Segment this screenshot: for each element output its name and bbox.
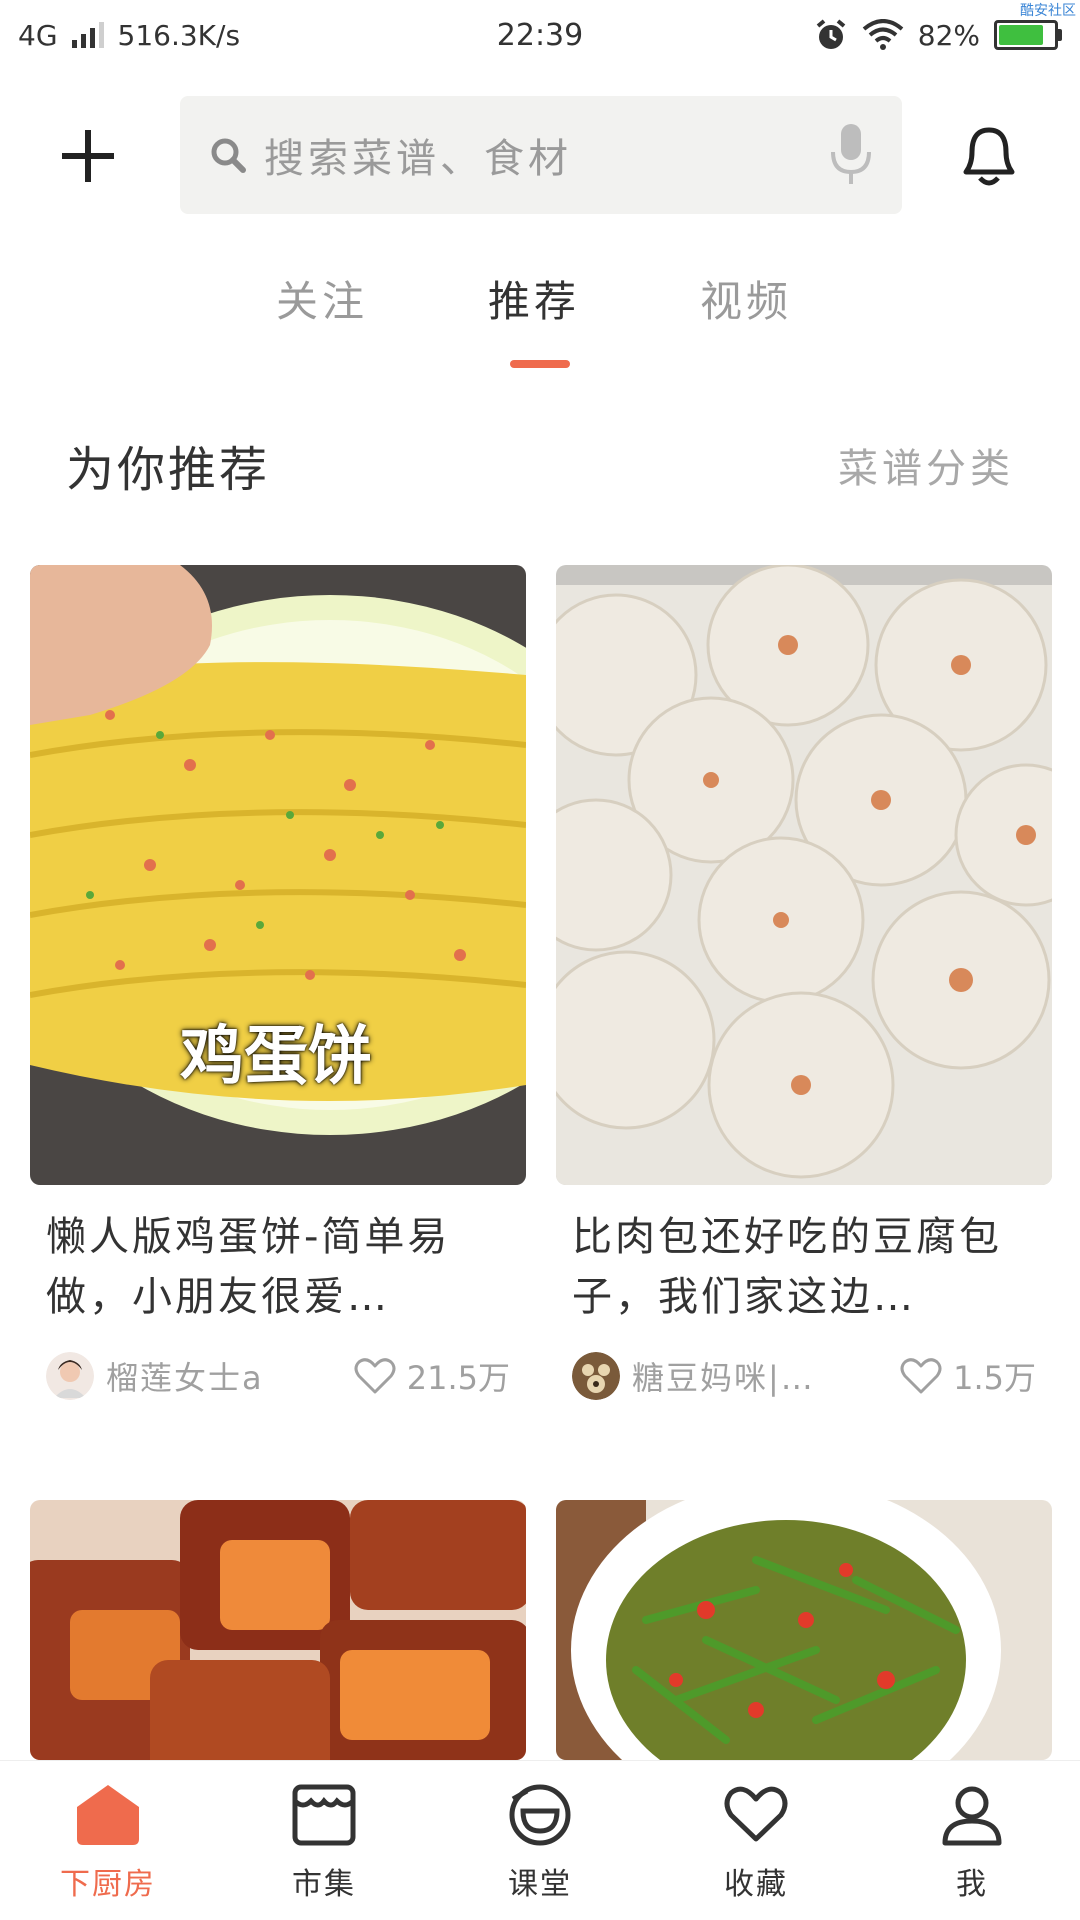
search-icon: [211, 138, 246, 173]
search-placeholder: 搜索菜谱、食材: [264, 136, 572, 182]
heart-icon: [724, 1786, 788, 1842]
recipe-image-tofu-buns[interactable]: [556, 565, 1052, 1185]
author-name[interactable]: 糖豆妈咪|…: [632, 1353, 899, 1399]
nav-me-label: 我: [956, 1867, 988, 1902]
recipe-card[interactable]: [30, 1500, 526, 1760]
recipe-title[interactable]: 比肉包还好吃的豆腐包子，我们家这边…: [556, 1207, 1052, 1327]
nav-favorites[interactable]: 收藏: [676, 1781, 836, 1911]
status-bar: 4G 516.3K/s 22:39 82% 酷安社区: [0, 0, 1080, 70]
nav-market-label: 市集: [292, 1867, 356, 1902]
image-caption: 鸡蛋饼: [180, 1020, 372, 1094]
search-row: 搜索菜谱、食材: [0, 96, 1080, 214]
active-tab-indicator: [510, 360, 570, 368]
microphone-icon[interactable]: [828, 122, 874, 188]
battery-percent: 82%: [917, 18, 980, 52]
search-input[interactable]: 搜索菜谱、食材: [180, 96, 902, 214]
notification-bell-icon[interactable]: [950, 116, 1028, 194]
bottom-nav: 下厨房 市集 课堂 收藏 我: [0, 1760, 1080, 1920]
market-icon: [292, 1784, 356, 1846]
avatar[interactable]: [572, 1352, 620, 1400]
likes-value: 21.5万: [406, 1359, 510, 1397]
heart-icon: [900, 1358, 942, 1394]
tab-recommend[interactable]: 推荐: [488, 268, 580, 329]
nav-classroom-label: 课堂: [508, 1867, 572, 1902]
heart-icon: [354, 1358, 396, 1394]
person-icon: [942, 1786, 1002, 1846]
watermark: 酷安社区: [1020, 3, 1076, 19]
classroom-icon: [509, 1784, 571, 1846]
nav-home[interactable]: 下厨房: [28, 1781, 188, 1911]
recipe-meta: 榴莲女士a 21.5万: [30, 1351, 526, 1401]
likes-value: 1.5万: [953, 1359, 1036, 1397]
nav-me[interactable]: 我: [892, 1781, 1052, 1911]
like-count[interactable]: 1.5万: [899, 1353, 1036, 1399]
nav-classroom[interactable]: 课堂: [460, 1781, 620, 1911]
avatar[interactable]: [46, 1352, 94, 1400]
recipe-image-braised-pork[interactable]: [30, 1500, 526, 1760]
section-header: 为你推荐 菜谱分类: [0, 420, 1080, 500]
status-left: 4G 516.3K/s: [18, 19, 240, 52]
add-button[interactable]: [58, 126, 118, 186]
battery-icon: [994, 20, 1062, 50]
home-icon: [77, 1785, 139, 1845]
wifi-icon: [862, 19, 904, 50]
tab-follow[interactable]: 关注: [276, 268, 368, 329]
tab-video[interactable]: 视频: [700, 268, 792, 329]
recipe-title[interactable]: 懒人版鸡蛋饼-简单易做，小朋友很爱…: [30, 1207, 526, 1327]
signal-icon: [71, 22, 104, 48]
nav-market[interactable]: 市集: [244, 1781, 404, 1911]
recipe-image-egg-pancake[interactable]: 鸡蛋饼: [30, 565, 526, 1185]
status-right: 82%: [814, 18, 1062, 52]
recipe-meta: 糖豆妈咪|… 1.5万: [556, 1351, 1052, 1401]
recipe-card[interactable]: [556, 1500, 1052, 1760]
network-type: 4G: [18, 18, 58, 52]
nav-favorites-label: 收藏: [724, 1867, 788, 1902]
recipe-card[interactable]: 鸡蛋饼 懒人版鸡蛋饼-简单易做，小朋友很爱… 榴莲女士a 21.5万: [30, 565, 526, 1401]
feed-tabs: 关注 推荐 视频: [0, 268, 1080, 378]
recipe-card[interactable]: 比肉包还好吃的豆腐包子，我们家这边… 糖豆妈咪|… 1.5万: [556, 565, 1052, 1401]
like-count[interactable]: 21.5万: [353, 1353, 510, 1399]
recipe-image-green-beans[interactable]: [556, 1500, 1052, 1760]
alarm-icon: [816, 19, 846, 49]
nav-home-label: 下厨房: [60, 1867, 156, 1902]
network-speed: 516.3K/s: [117, 18, 241, 52]
recipe-category-link[interactable]: 菜谱分类: [838, 436, 1014, 494]
section-title: 为你推荐: [66, 442, 271, 498]
author-name[interactable]: 榴莲女士a: [106, 1353, 353, 1399]
